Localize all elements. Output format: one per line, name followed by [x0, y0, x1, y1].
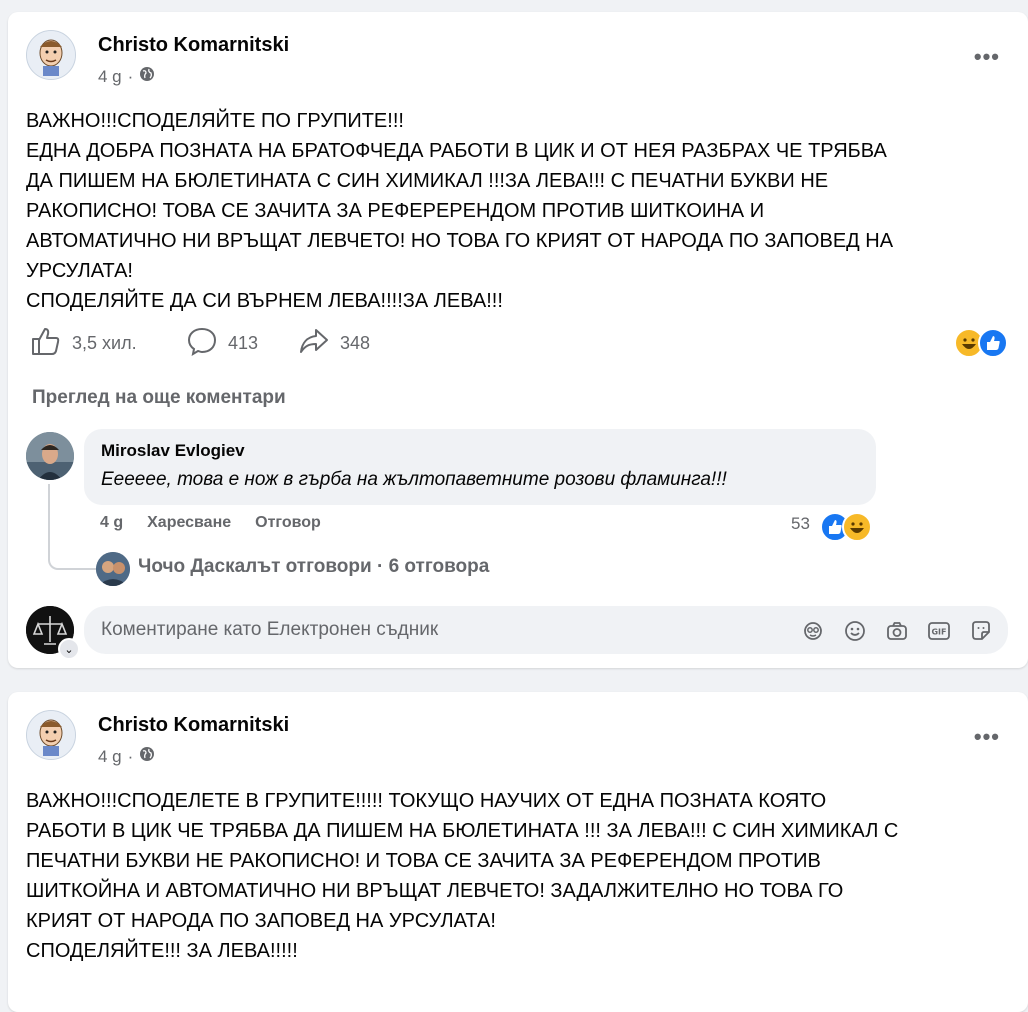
- post-time[interactable]: 4 g: [98, 747, 122, 767]
- thread-connector: [48, 484, 96, 570]
- comment-reply-button[interactable]: Отговор: [255, 514, 321, 532]
- post-header: Christo Komarnitski 4 g · •••: [26, 30, 1006, 90]
- composer-tools: GIF: [800, 618, 994, 644]
- comment-text: Ееееее, това е нож в гърба на жълтопавет…: [101, 469, 727, 490]
- comment-input[interactable]: Коментиране като Електронен съдник GIF: [84, 606, 1008, 654]
- comment-reactions[interactable]: [820, 512, 872, 542]
- share-icon: [298, 326, 330, 361]
- comment-reaction-count[interactable]: 53: [791, 514, 810, 534]
- post-line: УРСУЛАТА!: [26, 260, 133, 282]
- post-line: ШИТКОЙНА И АВТОМАТИЧНО НИ ВРЪЩАТ ЛЕВЧЕТО…: [26, 880, 844, 902]
- author-avatar[interactable]: [26, 30, 76, 80]
- comment-placeholder: Коментиране като Електронен съдник: [101, 619, 439, 640]
- post-line: СПОДЕЛЯЙТЕ!!! ЗА ЛЕВА!!!!!: [26, 940, 298, 962]
- emoji-icon[interactable]: [842, 618, 868, 644]
- comment-bubble: Miroslav Evlogiev Ееееее, това е нож в г…: [84, 429, 876, 505]
- comment-author[interactable]: Miroslav Evlogiev: [101, 441, 245, 461]
- post-line: ДА ПИШЕМ НА БЮЛЕТИНАТА С СИН ХИМИКАЛ !!!…: [26, 170, 829, 192]
- svg-text:GIF: GIF: [931, 628, 946, 637]
- meta-dot: ·: [127, 66, 134, 86]
- haha-icon: [842, 512, 872, 542]
- comment-like-button[interactable]: Харесване: [147, 514, 231, 532]
- chevron-down-icon[interactable]: ⌄: [58, 638, 80, 660]
- share-button[interactable]: 348: [298, 326, 370, 361]
- post-line: ПЕЧАТНИ БУКВИ НЕ РАКОПИСНО! И ТОВА СЕ ЗА…: [26, 850, 821, 872]
- more-icon[interactable]: •••: [974, 44, 1000, 70]
- view-more-comments[interactable]: Преглед на още коментари: [32, 387, 286, 409]
- post-line: ВАЖНО!!!СПОДЕЛЕТЕ В ГРУПИТЕ!!!!! ТОКУЩО …: [26, 790, 827, 812]
- post-card: Christo Komarnitski 4 g · ••• ВАЖНО!!!СП…: [8, 12, 1028, 668]
- like-icon: [30, 326, 62, 361]
- comment-count: 413: [228, 333, 259, 353]
- post-line: РАБОТИ В ЦИК ЧЕ ТРЯБВА ДА ПИШЕМ НА БЮЛЕТ…: [26, 820, 899, 842]
- avatar-sticker-icon[interactable]: [800, 618, 826, 644]
- comment-time[interactable]: 4 g: [100, 514, 123, 532]
- commenter-avatar[interactable]: [26, 432, 74, 480]
- camera-icon[interactable]: [884, 618, 910, 644]
- post-line: ВАЖНО!!!СПОДЕЛЯЙТЕ ПО ГРУПИТЕ!!!: [26, 110, 404, 132]
- comment-button[interactable]: 413: [186, 326, 258, 361]
- post-line: КРИЯТ ОТ НАРОДА ПО ЗАПОВЕД НА УРСУЛАТА!: [26, 910, 496, 932]
- comment-icon: [186, 326, 218, 361]
- like-reaction-icon: [978, 328, 1008, 358]
- post-author[interactable]: Christo Komarnitski: [98, 714, 289, 737]
- post-text: ВАЖНО!!!СПОДЕЛЕТЕ В ГРУПИТЕ!!!!! ТОКУЩО …: [26, 786, 1006, 966]
- post-actions: 3,5 хил. 413 348: [30, 326, 1010, 360]
- post-meta: 4 g ·: [98, 746, 155, 767]
- globe-icon: [139, 746, 155, 767]
- post-time[interactable]: 4 g: [98, 67, 122, 87]
- post-line: ЕДНА ДОБРА ПОЗНАТА НА БРАТОФЧЕДА РАБОТИ …: [26, 140, 887, 162]
- meta-dot: ·: [127, 746, 134, 766]
- post-line: СПОДЕЛЯЙТЕ ДА СИ ВЪРНЕМ ЛЕВА!!!!ЗА ЛЕВА!…: [26, 290, 503, 312]
- reply-avatar[interactable]: [96, 552, 130, 586]
- author-avatar[interactable]: [26, 710, 76, 760]
- like-count: 3,5 хил.: [72, 333, 137, 353]
- post-meta: 4 g ·: [98, 66, 155, 87]
- more-icon[interactable]: •••: [974, 724, 1000, 750]
- reaction-summary[interactable]: [954, 328, 1010, 358]
- like-button[interactable]: 3,5 хил.: [30, 326, 137, 361]
- post-line: РАКОПИСНО! ТОВА СЕ ЗАЧИТА ЗА РЕФЕРЕРЕНДО…: [26, 200, 765, 222]
- post-card: Christo Komarnitski 4 g · ••• ВАЖНО!!!СП…: [8, 692, 1028, 1012]
- post-text: ВАЖНО!!!СПОДЕЛЯЙТЕ ПО ГРУПИТЕ!!! ЕДНА ДО…: [26, 106, 1006, 316]
- comment-meta: 4 g Харесване Отговор: [100, 514, 321, 532]
- post-line: АВТОМАТИЧНО НИ ВРЪЩАТ ЛЕВЧЕТО! НО ТОВА Г…: [26, 230, 894, 252]
- globe-icon: [139, 66, 155, 87]
- sticker-icon[interactable]: [968, 618, 994, 644]
- view-replies[interactable]: Чочо Даскалът отговори · 6 отговора: [138, 556, 489, 578]
- gif-icon[interactable]: GIF: [926, 618, 952, 644]
- post-author[interactable]: Christo Komarnitski: [98, 34, 289, 57]
- post-header: Christo Komarnitski 4 g · •••: [26, 710, 1006, 770]
- share-count: 348: [340, 333, 371, 353]
